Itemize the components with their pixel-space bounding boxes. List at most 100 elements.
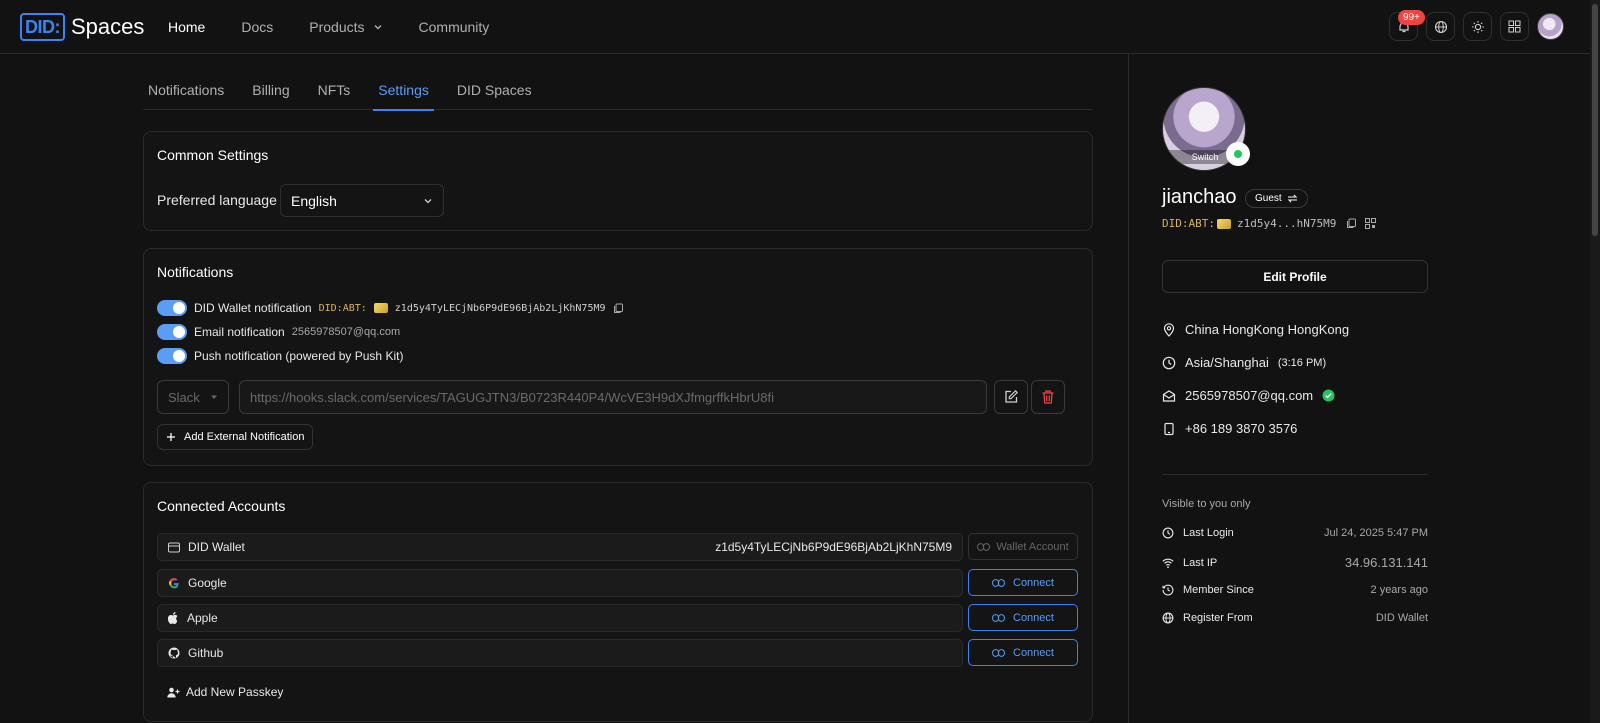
did-short: z1d5y4...hN75M9 — [1236, 217, 1337, 230]
tab-billing[interactable]: Billing — [247, 72, 294, 110]
tab-nfts[interactable]: NFTs — [313, 72, 356, 110]
connect-label: Connect — [1013, 646, 1054, 659]
meta-value: 34.96.131.141 — [1344, 555, 1428, 570]
location-value: China HongKong HongKong — [1185, 322, 1350, 337]
connected-accounts-card: Connected Accounts DID Wallet z1d5y4TyLE… — [143, 482, 1093, 722]
did-address: z1d5y4TyLECjNb6P9dE96BjAb2LjKhN75M9 — [394, 302, 606, 314]
meta-last-ip: Last IP 34.96.131.141 — [1162, 555, 1428, 570]
edit-profile-button[interactable]: Edit Profile — [1162, 260, 1428, 293]
did-prefix: DID:ABT: — [318, 302, 367, 314]
page-scrollbar[interactable] — [1590, 0, 1600, 723]
notification-badge: 99+ — [1398, 10, 1425, 25]
notifications-button[interactable]: 99+ — [1389, 10, 1425, 41]
plus-icon — [166, 432, 176, 442]
channel-select[interactable]: Slack — [157, 380, 229, 414]
add-external-notification-button[interactable]: Add External Notification — [157, 424, 314, 450]
copy-icon[interactable] — [613, 303, 624, 314]
chevron-down-icon — [423, 196, 433, 206]
meta-label: Last Login — [1183, 527, 1234, 539]
tab-notifications[interactable]: Notifications — [143, 72, 229, 110]
wallet-notification-toggle[interactable] — [157, 300, 187, 316]
edit-webhook-button[interactable] — [994, 380, 1028, 414]
email-value: 2565978507@qq.com — [1185, 388, 1314, 403]
github-icon — [168, 647, 180, 659]
nav-docs[interactable]: Docs — [241, 19, 273, 35]
link-icon — [977, 542, 991, 551]
sun-icon — [1471, 20, 1485, 34]
meta-register-from: Register From DID Wallet — [1162, 612, 1428, 624]
user-avatar[interactable] — [1537, 13, 1564, 40]
add-passkey-button[interactable]: Add New Passkey — [167, 685, 283, 699]
apple-icon — [168, 612, 179, 624]
globe-icon — [1162, 612, 1174, 624]
logo-text: Spaces — [71, 14, 145, 39]
push-notification-label: Push notification (powered by Push Kit) — [194, 349, 404, 363]
common-settings-title: Common Settings — [157, 147, 269, 163]
qrcode-icon[interactable] — [1365, 218, 1377, 229]
clock-icon — [1162, 356, 1176, 370]
account-name: Apple — [187, 611, 218, 625]
nav-home[interactable]: Home — [168, 19, 205, 35]
notifications-title: Notifications — [157, 264, 234, 280]
connect-github-button[interactable]: Connect — [968, 639, 1078, 666]
wallet-account-label: Wallet Account — [996, 540, 1069, 553]
push-notification-row: Push notification (powered by Push Kit) — [157, 348, 403, 364]
clock-icon — [1162, 527, 1174, 539]
language-label: Preferred language — [157, 192, 277, 208]
connect-google-button[interactable]: Connect — [968, 569, 1078, 596]
webhook-url-input[interactable]: https://hooks.slack.com/services/TAGUGJT… — [239, 380, 987, 414]
link-icon — [992, 578, 1005, 587]
settings-tabs: Notifications Billing NFTs Settings DID … — [143, 72, 1093, 111]
account-name: DID Wallet — [188, 540, 245, 554]
online-status-icon — [1226, 142, 1250, 166]
wallet-account-button[interactable]: Wallet Account — [968, 533, 1078, 560]
connect-label: Connect — [1013, 611, 1054, 624]
did-key-icon — [373, 303, 388, 313]
meta-member-since: Member Since 2 years ago — [1162, 584, 1428, 596]
common-settings-card: Common Settings Preferred language Engli… — [143, 131, 1093, 231]
connect-apple-button[interactable]: Connect — [968, 604, 1078, 631]
apps-button[interactable] — [1500, 12, 1529, 41]
notifications-card: Notifications DID Wallet notification DI… — [143, 248, 1093, 466]
profile-username: jianchao — [1162, 186, 1237, 208]
tab-settings[interactable]: Settings — [373, 72, 434, 111]
meta-value: Jul 24, 2025 5:47 PM — [1324, 527, 1428, 539]
push-notification-toggle[interactable] — [157, 348, 187, 364]
wallet-notification-label: DID Wallet notification — [194, 301, 312, 315]
connect-label: Connect — [1013, 576, 1054, 589]
account-row-github: Github — [157, 639, 963, 667]
language-select[interactable]: English — [280, 184, 444, 217]
grid-icon — [1508, 20, 1521, 33]
meta-value: DID Wallet — [1375, 612, 1428, 624]
did-key-icon — [1216, 218, 1231, 229]
nav-products[interactable]: Products — [309, 19, 382, 35]
tab-did-spaces[interactable]: DID Spaces — [452, 72, 537, 110]
timezone-value: Asia/Shanghai — [1185, 355, 1269, 370]
email-notification-toggle[interactable] — [157, 324, 187, 340]
history-icon — [1162, 584, 1174, 596]
local-time: (3:16 PM) — [1277, 356, 1327, 369]
delete-webhook-button[interactable] — [1031, 380, 1065, 414]
globe-icon — [1434, 20, 1448, 34]
nav-community[interactable]: Community — [419, 19, 490, 35]
language-button[interactable] — [1426, 12, 1455, 41]
logo-mark: DID: — [20, 13, 65, 41]
link-icon — [992, 648, 1005, 657]
meta-label: Last IP — [1183, 556, 1218, 569]
user-plus-icon — [167, 687, 180, 698]
role-label: Guest — [1255, 193, 1282, 204]
account-row-google: Google — [157, 569, 963, 597]
scrollbar-thumb[interactable] — [1592, 4, 1598, 236]
account-row-apple: Apple — [157, 604, 963, 632]
account-row-did-wallet: DID Wallet z1d5y4TyLECjNb6P9dE96BjAb2LjK… — [157, 533, 963, 561]
copy-icon[interactable] — [1346, 218, 1357, 229]
top-navbar: DID: Spaces Home Docs Products Community… — [0, 0, 1600, 54]
meta-value: 2 years ago — [1370, 584, 1428, 596]
profile-divider — [1162, 474, 1428, 475]
role-switch-button[interactable]: Guest — [1245, 189, 1308, 208]
theme-toggle-button[interactable] — [1463, 12, 1492, 41]
nav-products-label: Products — [309, 19, 365, 35]
logo[interactable]: DID: Spaces — [20, 13, 144, 41]
language-value: English — [291, 192, 337, 209]
email-notification-label: Email notification — [194, 325, 285, 339]
